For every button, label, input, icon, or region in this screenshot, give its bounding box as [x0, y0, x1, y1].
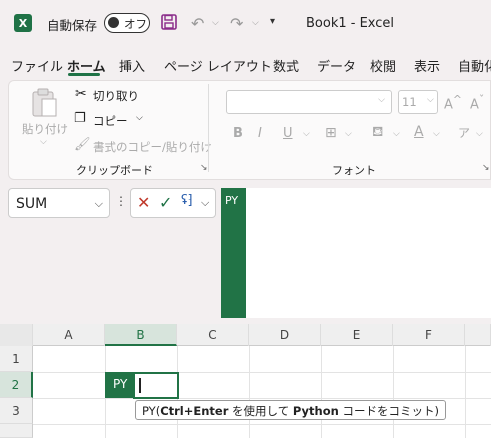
copy-button[interactable]: コピー	[93, 113, 128, 129]
more-options-icon[interactable]: ⋮	[115, 194, 127, 208]
tab-data[interactable]: データ	[317, 56, 356, 75]
tab-insert[interactable]: 挿入	[119, 56, 145, 75]
font-size-value: 11	[402, 95, 417, 109]
autosave-label: 自動保存	[47, 18, 98, 33]
toggle-knob	[108, 17, 119, 28]
python-mode-badge: PY	[221, 188, 246, 318]
chevron-down-icon: ⌵	[427, 95, 434, 105]
column-header[interactable]	[465, 324, 491, 346]
font-name-select[interactable]: ⌵	[226, 90, 392, 114]
cancel-icon[interactable]: ✕	[137, 193, 150, 212]
paste-button[interactable]: 貼り付け	[22, 121, 68, 137]
cell-python-badge: PY	[105, 372, 135, 398]
tooltip-text: を使用して	[228, 404, 293, 418]
redo-icon[interactable]: ↷	[230, 14, 243, 33]
clipboard-launcher-icon[interactable]: ↘	[200, 163, 208, 173]
undo-dropdown-icon[interactable]: ⌵	[212, 18, 219, 28]
bold-button[interactable]: B	[233, 126, 243, 141]
tab-review[interactable]: 校閲	[370, 56, 396, 75]
name-box-value: SUM	[16, 196, 48, 212]
document-title: Book1 - Excel	[306, 16, 395, 31]
grid-line	[33, 398, 491, 399]
cut-button[interactable]: 切り取り	[93, 88, 139, 104]
name-box[interactable]: SUM ⌵	[8, 188, 110, 218]
fill-color-icon[interactable]: ⛾	[372, 124, 383, 142]
save-icon[interactable]	[161, 14, 177, 33]
shrink-font-icon[interactable]: Aˇ	[470, 93, 484, 112]
formula-input[interactable]	[246, 188, 491, 318]
column-header[interactable]: D	[249, 324, 321, 346]
font-size-select[interactable]: 11 ⌵	[398, 90, 438, 114]
tab-automate[interactable]: 自動化	[458, 56, 491, 75]
column-header[interactable]: A	[33, 324, 105, 346]
select-all-corner[interactable]	[0, 324, 33, 346]
python-badge-label: PY	[225, 194, 239, 207]
chevron-down-icon: ⌵	[378, 95, 385, 105]
tab-file[interactable]: ファイル	[11, 56, 63, 75]
customize-qat-icon[interactable]: ▾	[270, 16, 275, 27]
copy-dropdown-icon[interactable]: ⌵	[136, 113, 143, 123]
underline-dropdown-icon[interactable]: ⌵	[303, 129, 310, 139]
tab-formulas[interactable]: 数式	[273, 56, 299, 75]
copy-icon[interactable]: ❐	[74, 111, 86, 126]
enter-check-icon[interactable]: ✓	[159, 193, 172, 212]
font-color-dropdown-icon[interactable]: ⌵	[433, 129, 440, 139]
autosave-toggle[interactable]: オフ	[104, 13, 150, 33]
undo-icon[interactable]: ↶	[191, 14, 204, 33]
column-header[interactable]: E	[321, 324, 393, 346]
clipboard-group-label: クリップボード	[76, 164, 153, 177]
grid-line	[33, 372, 491, 373]
excel-logo-icon: X	[14, 14, 32, 32]
format-painter-button[interactable]: 書式のコピー/貼り付け	[93, 139, 212, 155]
format-painter-icon[interactable]: 🖌	[74, 137, 91, 152]
row-header[interactable]	[0, 424, 33, 438]
row-header[interactable]: 1	[0, 346, 33, 372]
python-commit-tooltip: PY(Ctrl+Enter を使用して Python コードをコミット)	[135, 400, 446, 420]
font-group-label: フォント	[332, 164, 376, 177]
active-cell-b2[interactable]	[133, 372, 179, 399]
tooltip-prefix: PY(	[142, 404, 161, 418]
autosave-state: オフ	[124, 17, 147, 31]
column-header-selected[interactable]: B	[105, 324, 177, 346]
formula-buttons: ✕ ✓ ʢ⁆ ⌵	[130, 188, 216, 218]
scissors-icon[interactable]: ✂	[75, 86, 87, 102]
active-tab-indicator	[68, 73, 100, 76]
font-color-icon[interactable]: A	[414, 124, 424, 140]
tab-view[interactable]: 表示	[414, 56, 440, 75]
tooltip-suffix: コードをコミット)	[338, 404, 439, 418]
column-headers: A B C D E F	[0, 324, 491, 346]
python-insert-icon[interactable]: ʢ⁆	[181, 193, 193, 208]
italic-button[interactable]: I	[258, 126, 262, 141]
tooltip-shortcut: Ctrl+Enter	[160, 404, 229, 418]
row-header[interactable]: 3	[0, 398, 33, 424]
column-header[interactable]: C	[177, 324, 249, 346]
column-header[interactable]: F	[393, 324, 465, 346]
grow-font-icon[interactable]: A^	[444, 93, 462, 112]
redo-dropdown-icon[interactable]: ⌵	[252, 18, 259, 28]
border-dropdown-icon[interactable]: ⌵	[345, 129, 352, 139]
row-header-selected[interactable]: 2	[0, 372, 33, 398]
grid-line	[33, 424, 491, 425]
phonetic-icon[interactable]: ア	[458, 124, 470, 141]
phonetic-dropdown-icon[interactable]: ⌵	[476, 129, 483, 139]
underline-button[interactable]: U	[283, 126, 293, 141]
tooltip-language: Python	[292, 404, 339, 418]
font-launcher-icon[interactable]: ↘	[482, 163, 490, 173]
paste-dropdown-icon[interactable]: ⌵	[40, 137, 47, 147]
border-icon[interactable]: ⊞	[325, 125, 337, 141]
paste-icon[interactable]	[30, 87, 60, 122]
chevron-down-icon[interactable]: ⌵	[95, 197, 103, 211]
group-divider	[208, 84, 209, 172]
text-cursor	[139, 378, 141, 393]
tab-page-layout[interactable]: ページ レイアウト	[164, 56, 272, 75]
fill-dropdown-icon[interactable]: ⌵	[393, 129, 400, 139]
chevron-down-icon[interactable]: ⌵	[201, 196, 209, 210]
